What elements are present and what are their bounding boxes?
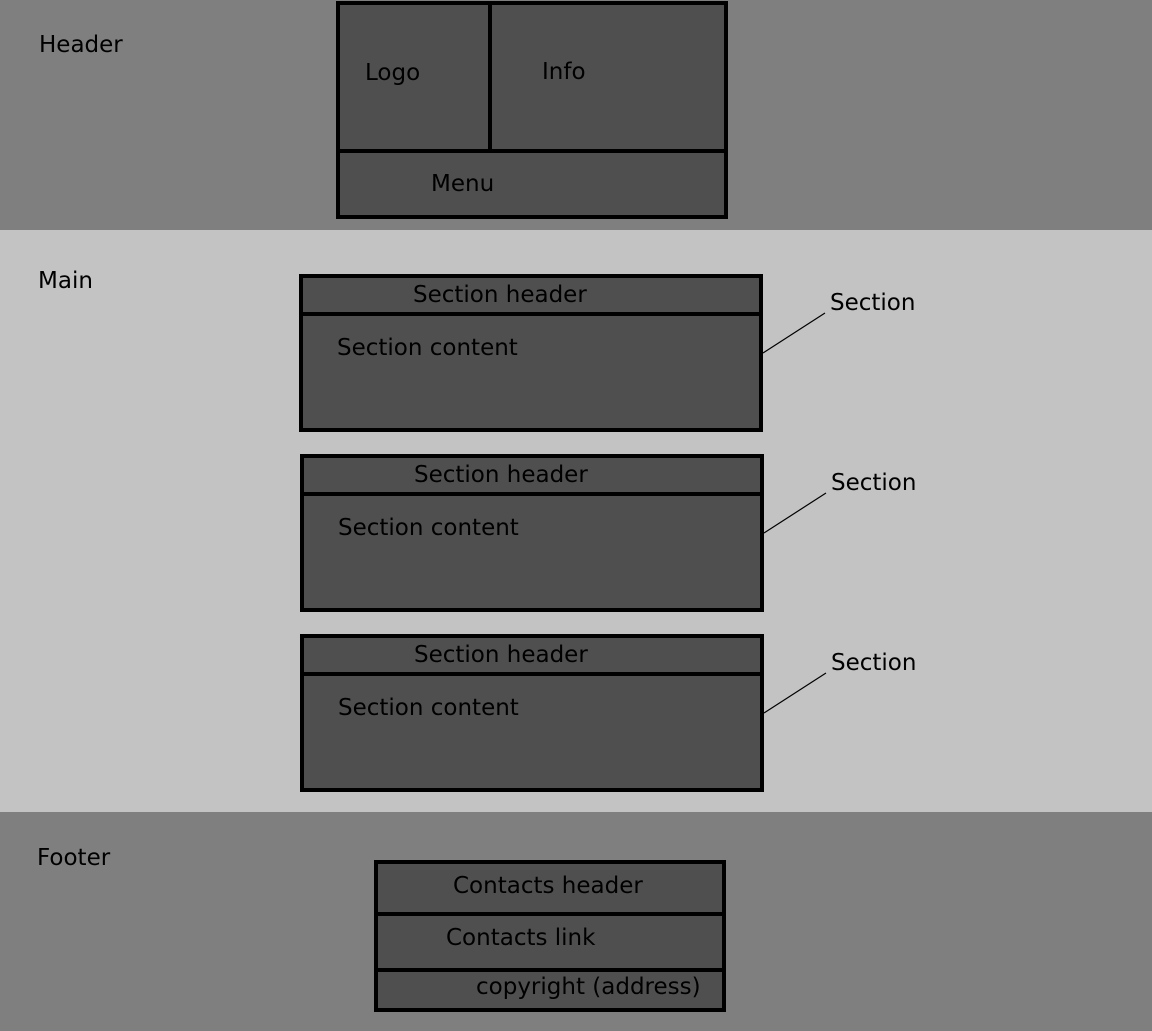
footer-region-label: Footer [37, 845, 111, 871]
section-content: Section content [338, 695, 519, 721]
logo-info-divider [488, 3, 492, 153]
section-header: Section header [414, 462, 588, 488]
menu-label: Menu [431, 171, 495, 197]
section-content: Section content [337, 335, 518, 361]
section-header-divider [302, 492, 762, 496]
logo-label: Logo [365, 60, 421, 86]
header-region-label: Header [39, 32, 123, 58]
contacts-link-divider [376, 968, 724, 972]
section-callout: Section [830, 290, 916, 316]
contacts-header-divider [376, 912, 726, 916]
header-block [336, 1, 728, 219]
section-callout: Section [831, 650, 917, 676]
contacts-header: Contacts header [453, 873, 643, 899]
info-menu-divider [338, 149, 726, 153]
contacts-link: Contacts link [446, 925, 596, 951]
section-callout: Section [831, 470, 917, 496]
main-region-label: Main [38, 268, 93, 294]
section-header-divider [302, 672, 762, 676]
section-header: Section header [413, 282, 587, 308]
section-header: Section header [414, 642, 588, 668]
info-label: Info [542, 59, 586, 85]
copyright-text: copyright (address) [476, 974, 701, 1000]
section-content: Section content [338, 515, 519, 541]
section-header-divider [301, 312, 761, 316]
